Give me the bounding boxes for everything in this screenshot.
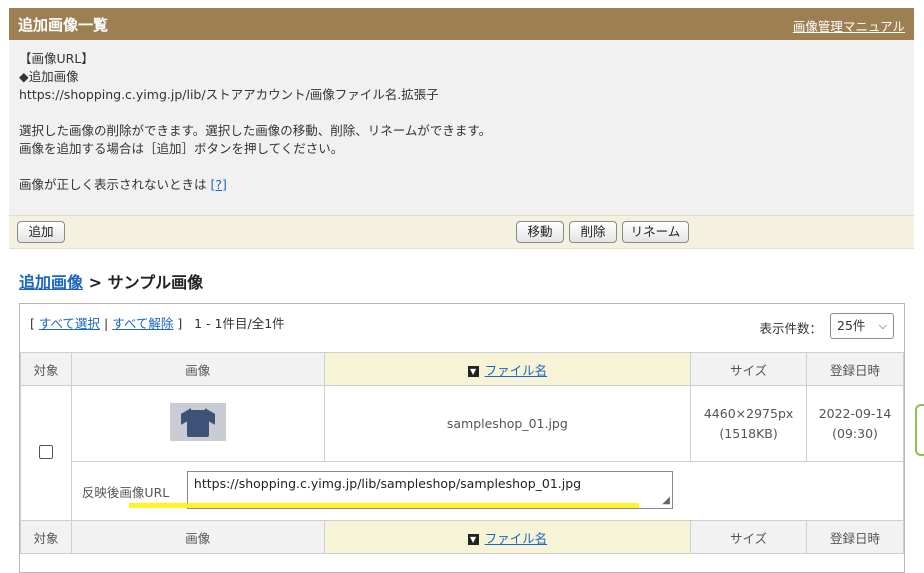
sort-desc-icon: ▼	[467, 365, 479, 377]
header-filename[interactable]: ▼ ファイル名	[323, 520, 692, 554]
breadcrumb: 追加画像 > サンプル画像	[19, 269, 203, 293]
info-line: 選択した画像の削除ができます。選択した画像の移動、削除、リネームができます。	[19, 123, 492, 138]
url-label: 反映後画像URL	[81, 485, 170, 500]
table-header-row: 対象 画像 ▼ ファイル名 サイズ 登録日時	[20, 352, 904, 386]
move-button[interactable]: 移動	[516, 221, 564, 243]
rename-button[interactable]: リネーム	[622, 221, 689, 243]
delete-button[interactable]: 削除	[569, 221, 617, 243]
selection-bar: [ すべて選択 | すべて解除 ] 1 - 1件目/全1件	[30, 313, 285, 332]
date-cell: 2022-09-14 (09:30)	[806, 385, 904, 462]
manual-link[interactable]: 画像管理マニュアル	[793, 16, 905, 35]
side-widget-tab[interactable]	[915, 404, 924, 456]
info-line: 画像を追加する場合は［追加］ボタンを押してください。	[19, 141, 344, 156]
per-page-select[interactable]: 25件 ⌵	[830, 313, 894, 339]
info-line: 【画像URL】	[19, 51, 94, 66]
header-date: 登録日時	[806, 352, 904, 386]
image-list-panel: [ すべて選択 | すべて解除 ] 1 - 1件目/全1件 表示件数： 25件 …	[19, 303, 905, 573]
row-checkbox-cell	[20, 385, 72, 521]
deselect-all-link[interactable]: すべて解除	[112, 316, 173, 331]
header-date: 登録日時	[806, 520, 904, 554]
separator: |	[104, 316, 109, 331]
info-panel: 【画像URL】 ◆追加画像 https://shopping.c.yimg.jp…	[9, 40, 914, 215]
breadcrumb-current: サンプル画像	[107, 273, 204, 292]
image-filesize: (1518KB)	[719, 425, 778, 441]
bracket: ]	[177, 316, 183, 331]
header-filename[interactable]: ▼ ファイル名	[323, 352, 692, 386]
header-size: サイズ	[690, 520, 808, 554]
row-checkbox[interactable]	[38, 444, 53, 459]
bracket: [	[30, 316, 35, 331]
header-size: サイズ	[690, 352, 808, 386]
per-page-value: 25件	[837, 318, 866, 333]
sort-desc-icon: ▼	[467, 533, 479, 545]
filename-sort-link[interactable]: ファイル名	[485, 531, 548, 546]
add-button[interactable]: 追加	[17, 221, 65, 243]
breadcrumb-separator: >	[88, 273, 102, 292]
url-row: 反映後画像URL https://shopping.c.yimg.jp/lib/…	[21, 461, 905, 521]
header-image: 画像	[70, 352, 325, 386]
table-footer-header-row: 対象 画像 ▼ ファイル名 サイズ 登録日時	[20, 520, 904, 554]
filename-cell: sampleshop_01.jpg	[323, 385, 692, 462]
select-all-link[interactable]: すべて選択	[39, 316, 100, 331]
info-help-line: 画像が正しく表示されないときは [?]	[19, 176, 904, 194]
resize-grip-icon[interactable]: ◢	[662, 495, 670, 506]
page-header: 追加画像一覧 画像管理マニュアル	[9, 8, 914, 40]
per-page-label: 表示件数：	[759, 321, 822, 336]
image-thumbnail[interactable]	[169, 403, 226, 441]
info-help-text: 画像が正しく表示されないときは	[19, 177, 207, 192]
table-row: sampleshop_01.jpg 4460×2975px (1518KB) 2…	[20, 385, 904, 521]
upload-time: (09:30)	[832, 425, 878, 441]
chevron-down-icon: ⌵	[878, 319, 887, 332]
image-dimensions: 4460×2975px	[703, 405, 794, 421]
yellow-highlight	[128, 503, 639, 508]
page-title: 追加画像一覧	[18, 16, 109, 34]
result-count: 1 - 1件目/全1件	[194, 316, 285, 331]
size-cell: 4460×2975px (1518KB)	[690, 385, 808, 462]
help-link[interactable]: [?]	[211, 177, 227, 192]
header-target: 対象	[20, 520, 72, 554]
thumbnail-cell	[70, 385, 325, 462]
header-target: 対象	[20, 352, 72, 386]
image-table: 対象 画像 ▼ ファイル名 サイズ 登録日時 sampleshop_01.jpg …	[20, 352, 905, 554]
breadcrumb-parent-link[interactable]: 追加画像	[19, 273, 83, 292]
image-url-value: https://shopping.c.yimg.jp/lib/samplesho…	[193, 476, 582, 491]
info-url-pattern: https://shopping.c.yimg.jp/lib/ストアアカウント/…	[19, 87, 439, 102]
action-toolbar: 追加 移動 削除 リネーム	[9, 215, 914, 249]
url-cell: 反映後画像URL https://shopping.c.yimg.jp/lib/…	[70, 461, 905, 521]
filename-sort-link[interactable]: ファイル名	[485, 363, 548, 378]
info-line: ◆追加画像	[19, 69, 79, 84]
header-image: 画像	[70, 520, 325, 554]
upload-date: 2022-09-14	[818, 405, 892, 421]
